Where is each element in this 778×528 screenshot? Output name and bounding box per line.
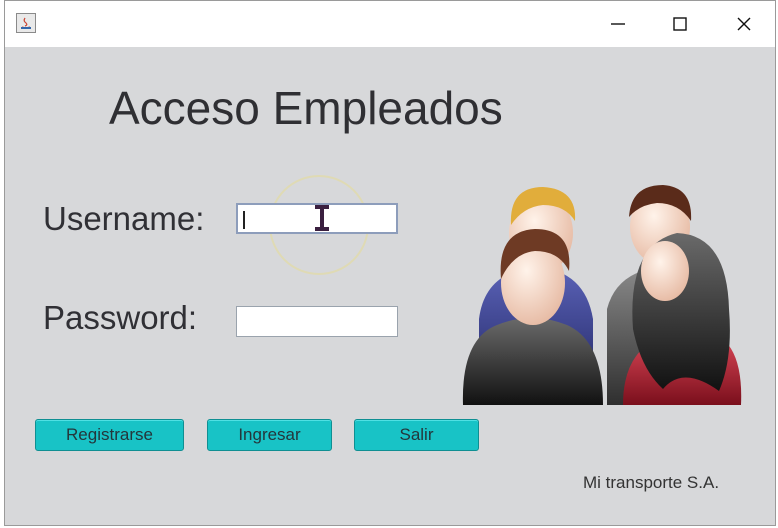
username-label: Username: — [43, 200, 205, 237]
close-icon — [737, 17, 751, 31]
maximize-icon — [673, 17, 687, 31]
exit-button[interactable]: Salir — [354, 419, 479, 451]
password-label: Password: — [43, 299, 198, 336]
employees-group-icon — [462, 185, 742, 405]
text-caret — [243, 211, 245, 229]
minimize-button[interactable] — [589, 1, 647, 47]
title-bar — [5, 1, 775, 47]
login-window: Acceso Empleados Username: Password: Reg… — [4, 0, 776, 526]
minimize-icon — [611, 23, 625, 25]
login-button[interactable]: Ingresar — [207, 419, 332, 451]
company-footer: Mi transporte S.A. — [583, 473, 720, 492]
maximize-button[interactable] — [651, 1, 709, 47]
password-input[interactable] — [236, 306, 398, 337]
close-button[interactable] — [715, 1, 773, 47]
java-icon — [16, 13, 36, 33]
ibeam-cursor-icon — [315, 205, 329, 231]
content-panel: Acceso Empleados Username: Password: Reg… — [5, 47, 775, 525]
register-button[interactable]: Registrarse — [35, 419, 184, 451]
form-title: Acceso Empleados — [109, 82, 503, 134]
